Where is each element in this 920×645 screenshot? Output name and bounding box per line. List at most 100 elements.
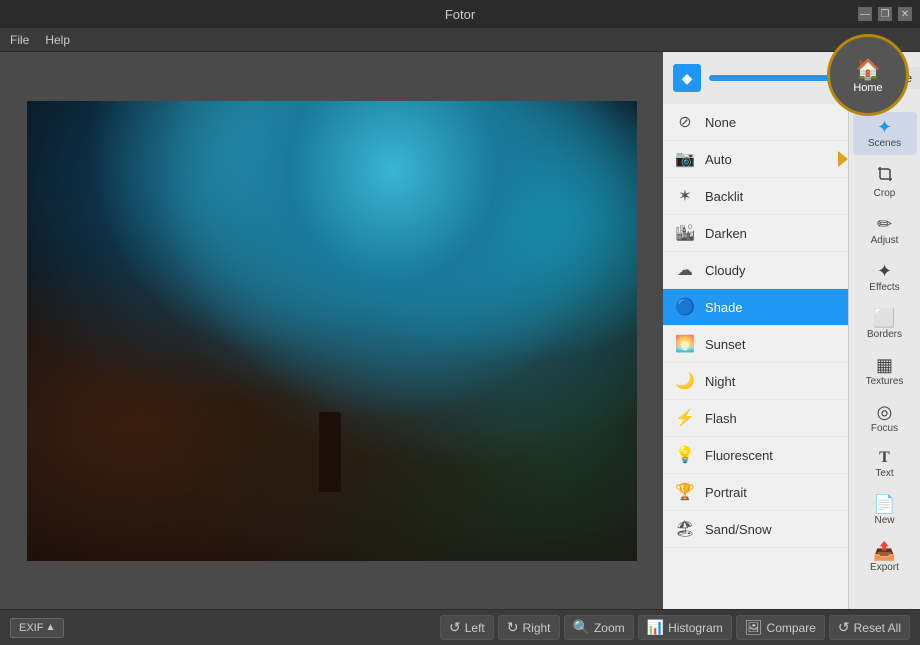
backlit-icon: ✶ (675, 186, 695, 206)
histogram-button[interactable]: 📊 Histogram (638, 615, 732, 640)
menu-file[interactable]: File (10, 33, 29, 47)
night-icon: 🌙 (675, 371, 695, 391)
menu-help[interactable]: Help (45, 33, 70, 47)
canvas-area (0, 52, 663, 609)
focus-icon: ◎ (877, 403, 893, 421)
window-controls: — ❐ ✕ (858, 7, 912, 21)
adjust-icon: ✏ (877, 215, 892, 233)
borders-label: Borders (867, 329, 902, 340)
text-icon: T (879, 450, 890, 466)
tool-effects[interactable]: ✦ Effects (853, 256, 917, 299)
right-button[interactable]: ↻ Right (498, 615, 560, 640)
textures-icon: ▦ (876, 356, 893, 374)
scene-auto[interactable]: 📷 Auto (663, 141, 848, 178)
export-label: Export (870, 562, 899, 573)
scene-shade[interactable]: 🔵 Shade (663, 289, 848, 326)
scene-flash[interactable]: ⚡ Flash (663, 400, 848, 437)
flash-icon: ⚡ (675, 408, 695, 428)
scenes-icon: ✦ (877, 118, 892, 136)
effects-label: Effects (869, 282, 899, 293)
right-rotate-icon: ↻ (507, 619, 519, 636)
compare-icon: 🖼 (745, 619, 763, 636)
portrait-icon: 🏆 (675, 482, 695, 502)
tool-text[interactable]: T Text (853, 444, 917, 485)
scene-none[interactable]: ⊘ None (663, 104, 848, 141)
left-rotate-icon: ↺ (449, 619, 461, 636)
tool-borders[interactable]: ⬜ Borders (853, 303, 917, 346)
toolbar-slider[interactable] (709, 75, 838, 81)
scene-portrait-label: Portrait (705, 485, 747, 500)
scene-fluorescent-label: Fluorescent (705, 448, 773, 463)
menu-bar: File Help (0, 28, 920, 52)
scene-cloudy-label: Cloudy (705, 263, 745, 278)
scene-fluorescent[interactable]: 💡 Fluorescent (663, 437, 848, 474)
reset-all-label: Reset All (854, 621, 901, 635)
fluorescent-icon: 💡 (675, 445, 695, 465)
zoom-label: Zoom (594, 621, 625, 635)
scene-none-label: None (705, 115, 736, 130)
compare-button[interactable]: 🖼 Compare (736, 615, 825, 640)
home-circle-button[interactable]: 🏠 Home (827, 34, 909, 116)
bottom-toolbar: EXIF ▲ ↺ Left ↻ Right 🔍 Zoom 📊 Histogram… (0, 609, 920, 645)
tool-focus[interactable]: ◎ Focus (853, 397, 917, 440)
darken-icon: 🏙 (675, 223, 695, 243)
scene-darken-label: Darken (705, 226, 747, 241)
histogram-label: Histogram (668, 621, 723, 635)
toolbar-diamond-button[interactable]: ◆ (673, 64, 701, 92)
tool-textures[interactable]: ▦ Textures (853, 350, 917, 393)
image-container (27, 101, 637, 561)
histogram-icon: 📊 (647, 619, 664, 636)
home-circle-label: Home (853, 82, 882, 94)
scene-shade-label: Shade (705, 300, 743, 315)
borders-icon: ⬜ (873, 309, 895, 327)
focus-label: Focus (871, 423, 898, 434)
exif-label: EXIF (19, 622, 43, 634)
scene-sand-snow-label: Sand/Snow (705, 522, 772, 537)
scene-auto-label: Auto (705, 152, 732, 167)
sunset-icon: 🌅 (675, 334, 695, 354)
tool-crop[interactable]: Crop (853, 159, 917, 205)
tools-panel: ✦ Scenes Crop ✏ Adjust (848, 104, 920, 609)
textures-label: Textures (866, 376, 904, 387)
scene-sunset[interactable]: 🌅 Sunset (663, 326, 848, 363)
restore-button[interactable]: ❐ (878, 7, 892, 21)
diamond-icon: ◆ (682, 70, 693, 87)
tool-adjust[interactable]: ✏ Adjust (853, 209, 917, 252)
tool-new[interactable]: 📄 New (853, 489, 917, 532)
none-icon: ⊘ (675, 112, 695, 132)
zoom-icon: 🔍 (573, 619, 590, 636)
minimize-button[interactable]: — (858, 7, 872, 21)
sand-snow-icon: 🏖 (675, 519, 695, 539)
text-label: Text (875, 468, 893, 479)
scene-night[interactable]: 🌙 Night (663, 363, 848, 400)
home-circle-icon: 🏠 (856, 57, 881, 82)
close-button[interactable]: ✕ (898, 7, 912, 21)
scene-sunset-label: Sunset (705, 337, 745, 352)
reset-icon: ↺ (838, 619, 850, 636)
reset-all-button[interactable]: ↺ Reset All (829, 615, 910, 640)
scene-portrait[interactable]: 🏆 Portrait (663, 474, 848, 511)
auto-icon: 📷 (675, 149, 695, 169)
app-title: Fotor (445, 7, 475, 22)
effects-icon: ✦ (877, 262, 892, 280)
exif-button[interactable]: EXIF ▲ (10, 618, 64, 638)
compare-label: Compare (767, 621, 816, 635)
cloudy-icon: ☁ (675, 260, 695, 280)
scene-darken[interactable]: 🏙 Darken (663, 215, 848, 252)
new-icon: 📄 (873, 495, 895, 513)
title-bar: Fotor — ❐ ✕ (0, 0, 920, 28)
adjust-label: Adjust (871, 235, 899, 246)
scenes-panel: ⊘ None 📷 Auto ✶ Backlit 🏙 Darken ☁ (663, 104, 848, 609)
scene-cloudy[interactable]: ☁ Cloudy (663, 252, 848, 289)
tool-export[interactable]: 📤 Export (853, 536, 917, 579)
left-button[interactable]: ↺ Left (440, 615, 494, 640)
scene-sand-snow[interactable]: 🏖 Sand/Snow (663, 511, 848, 548)
crop-icon (876, 165, 894, 186)
scene-backlit[interactable]: ✶ Backlit (663, 178, 848, 215)
zoom-button[interactable]: 🔍 Zoom (564, 615, 634, 640)
shade-icon: 🔵 (675, 297, 695, 317)
crop-label: Crop (874, 188, 896, 199)
scene-night-label: Night (705, 374, 735, 389)
tool-scenes[interactable]: ✦ Scenes (853, 112, 917, 155)
scene-flash-label: Flash (705, 411, 737, 426)
